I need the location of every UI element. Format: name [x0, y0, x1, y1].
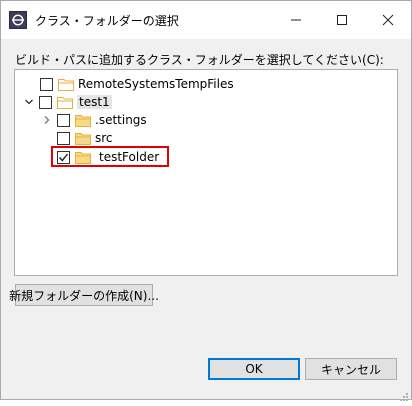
tree-item-label: test1: [77, 95, 112, 109]
tree-item-checkbox[interactable]: [57, 131, 70, 145]
tree-item[interactable]: .settings: [41, 111, 147, 129]
project-folder-icon: [57, 95, 73, 109]
eclipse-app-icon: [9, 11, 27, 29]
tree-item[interactable]: src: [57, 129, 113, 147]
tree-item-label: src: [95, 131, 113, 145]
maximize-button[interactable]: [319, 1, 365, 39]
highlight-annotation: [51, 146, 169, 167]
tree-item[interactable]: RemoteSystemsTempFiles: [40, 75, 234, 93]
close-icon: [382, 14, 394, 26]
chevron-down-icon[interactable]: [23, 96, 35, 108]
maximize-icon: [337, 15, 347, 25]
folder-icon: [75, 113, 91, 127]
folder-tree[interactable]: RemoteSystemsTempFiles test1 .settings s…: [14, 69, 398, 276]
tree-item-checkbox[interactable]: [57, 113, 70, 127]
chevron-right-icon[interactable]: [41, 114, 53, 126]
dialog-window: クラス・フォルダーの選択 ビルド・パスに追加するクラス・フォルダーを選択してくだ…: [0, 0, 412, 401]
window-title: クラス・フォルダーの選択: [35, 14, 179, 28]
minimize-icon: [291, 19, 301, 21]
instruction-label: ビルド・パスに追加するクラス・フォルダーを選択してください(C):: [15, 53, 384, 67]
tree-item[interactable]: test1: [23, 93, 112, 111]
cancel-button[interactable]: キャンセル: [305, 358, 397, 380]
close-button[interactable]: [365, 1, 411, 39]
folder-icon: [75, 131, 91, 145]
resize-grip-icon[interactable]: [399, 387, 409, 401]
folder-icon: [58, 77, 74, 91]
tree-item-checkbox[interactable]: [39, 95, 52, 109]
tree-item-label: .settings: [95, 113, 147, 127]
minimize-button[interactable]: [273, 1, 319, 39]
tree-item-label: RemoteSystemsTempFiles: [78, 77, 234, 91]
new-folder-button[interactable]: 新規フォルダーの作成(N)...: [9, 284, 159, 306]
title-bar[interactable]: クラス・フォルダーの選択: [1, 1, 411, 39]
tree-item-checkbox[interactable]: [40, 77, 53, 91]
ok-button[interactable]: OK: [208, 358, 300, 380]
